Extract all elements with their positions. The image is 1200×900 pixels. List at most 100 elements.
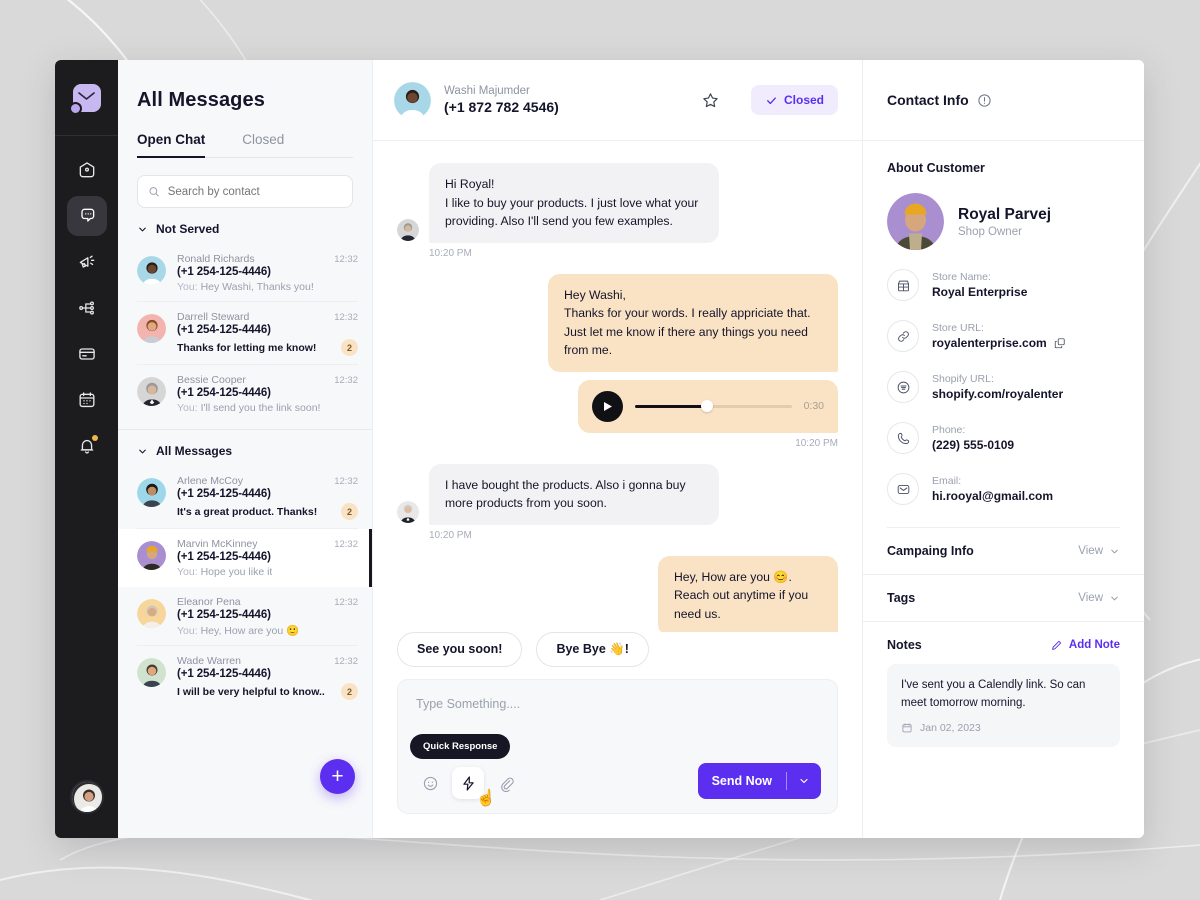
message-bubble: Hey Washi, Thanks for your words. I real… bbox=[548, 273, 838, 372]
contact-info-header: Contact Info bbox=[863, 60, 1144, 141]
message-outgoing: Hey Washi, Thanks for your words. I real… bbox=[397, 273, 838, 372]
play-button[interactable] bbox=[592, 390, 623, 422]
preview-message: You: Hope you like it bbox=[177, 566, 273, 578]
email-icon bbox=[887, 473, 919, 505]
message-composer[interactable]: Type Something.... Quick Response ☝ Send… bbox=[397, 679, 838, 814]
primary-nav-rail bbox=[55, 60, 118, 838]
composer-tools: ☝ bbox=[414, 767, 522, 807]
sidebar-item-billing[interactable] bbox=[67, 334, 107, 374]
chat-contact-name: Washi Majumder bbox=[444, 85, 530, 97]
home-icon bbox=[79, 162, 94, 178]
sidebar-item-chat[interactable] bbox=[66, 196, 107, 236]
audio-message[interactable]: 0:30 bbox=[578, 379, 838, 433]
field-email: Email: hi.rooyal@gmail.com bbox=[887, 473, 1120, 505]
favorite-button[interactable] bbox=[701, 91, 720, 110]
tab-closed[interactable]: Closed bbox=[242, 132, 284, 157]
message-timestamp: 10:20 PM bbox=[429, 529, 472, 541]
copy-icon[interactable] bbox=[1054, 337, 1066, 349]
info-icon[interactable] bbox=[977, 93, 992, 108]
timestamp: 12:32 bbox=[334, 312, 358, 323]
timestamp: 12:32 bbox=[334, 539, 358, 550]
list-item[interactable]: Ronald Richards 12:32 (+1 254-125-4446) … bbox=[118, 244, 372, 302]
list-item[interactable]: Bessie Cooper 12:32 (+1 254-125-4446) Yo… bbox=[118, 365, 372, 423]
search-icon bbox=[149, 187, 159, 197]
chevron-down-icon bbox=[1111, 596, 1118, 600]
avatar bbox=[394, 81, 431, 119]
list-item[interactable]: Arlene McCoy 12:32 (+1 254-125-4446) It'… bbox=[118, 466, 372, 529]
quick-response-button[interactable]: ☝ bbox=[452, 767, 496, 807]
sidebar-item-campaigns[interactable] bbox=[67, 242, 107, 282]
avatar-current-user[interactable] bbox=[69, 780, 104, 814]
composer-placeholder[interactable]: Type Something.... bbox=[416, 697, 819, 711]
preview-message: You: Hey, How are you 🙂 bbox=[177, 625, 300, 637]
field-value: royalenterprise.com bbox=[932, 336, 1066, 350]
contact-phone: (+1 254-125-4446) bbox=[177, 266, 271, 278]
audio-progress-knob[interactable] bbox=[700, 400, 713, 413]
audio-progress-fill bbox=[635, 404, 708, 408]
conversation-tabs: Open Chat Closed bbox=[137, 132, 353, 158]
pencil-icon bbox=[1052, 640, 1062, 650]
message-text: Hey Washi, Thanks for your words. I real… bbox=[564, 287, 811, 358]
customer-name: Royal Parvej bbox=[958, 205, 1052, 223]
avatar-image bbox=[137, 599, 166, 628]
chevron-down-icon bbox=[800, 778, 808, 784]
tab-open-chat[interactable]: Open Chat bbox=[137, 132, 206, 158]
note-text: I've sent you a Calendly link. So can me… bbox=[901, 679, 1086, 709]
new-chat-button[interactable]: + bbox=[320, 759, 355, 794]
note-card[interactable]: I've sent you a Calendly link. So can me… bbox=[887, 664, 1120, 747]
message-text: Hey, How are you 😊. Reach out anytime if… bbox=[674, 569, 809, 622]
app-logo[interactable] bbox=[55, 60, 118, 136]
accordion-action[interactable]: View bbox=[1078, 545, 1120, 557]
accordion-tags[interactable]: Tags View bbox=[863, 575, 1144, 622]
quick-reply-2[interactable]: Bye Bye 👋! bbox=[536, 632, 649, 667]
quick-reply-1[interactable]: See you soon! bbox=[397, 632, 523, 667]
field-value: shopify.com/royalenter bbox=[932, 387, 1064, 401]
sidebar-item-automation[interactable] bbox=[67, 288, 107, 328]
accordion-action[interactable]: View bbox=[1078, 592, 1120, 604]
send-button[interactable]: Send Now bbox=[697, 763, 821, 799]
store-icon bbox=[887, 269, 919, 301]
message-text: I have bought the products. Also i gonna… bbox=[445, 477, 686, 511]
calendar-icon bbox=[902, 723, 912, 732]
list-item[interactable]: Eleanor Pena 12:32 (+1 254-125-4446) You… bbox=[118, 587, 372, 646]
sidebar-item-notifications[interactable] bbox=[67, 426, 107, 466]
message-incoming: Hi Royal! I like to buy your products. I… bbox=[397, 163, 838, 243]
avatar-image bbox=[137, 314, 166, 343]
about-customer-label: About Customer bbox=[887, 161, 985, 175]
add-note-button[interactable]: Add Note bbox=[1050, 639, 1120, 652]
list-item-selected[interactable]: Marvin McKinney 12:32 (+1 254-125-4446) … bbox=[118, 529, 372, 587]
audio-progress-slider[interactable] bbox=[635, 400, 792, 413]
field-label: Email: bbox=[932, 475, 962, 487]
send-options-button[interactable] bbox=[787, 775, 821, 787]
contact-phone: (+1 254-125-4446) bbox=[177, 324, 271, 336]
list-item[interactable]: Wade Warren 12:32 (+1 254-125-4446) I wi… bbox=[118, 646, 372, 709]
contact-phone: (+1 254-125-4446) bbox=[177, 488, 271, 500]
list-item[interactable]: Darrell Steward 12:32 (+1 254-125-4446) … bbox=[118, 302, 372, 365]
avatar-image bbox=[887, 193, 944, 250]
contact-name: Ronald Richards bbox=[177, 253, 255, 265]
chevron-down-icon bbox=[139, 449, 146, 453]
emoji-icon bbox=[423, 776, 437, 790]
avatar bbox=[137, 658, 166, 687]
status-badge[interactable]: Closed bbox=[750, 85, 838, 115]
contact-info-panel: Contact Info About Customer Royal Parvej… bbox=[863, 60, 1144, 838]
accordion-campaign-info[interactable]: Campaing Info View bbox=[863, 528, 1144, 575]
contact-name: Darrell Steward bbox=[177, 311, 250, 323]
search-input[interactable] bbox=[167, 185, 342, 198]
sidebar-item-home[interactable] bbox=[67, 150, 107, 190]
contact-name: Wade Warren bbox=[177, 655, 241, 667]
about-customer-section: About Customer Royal Parvej Shop Owner S… bbox=[863, 141, 1144, 528]
sidebar-item-calendar[interactable] bbox=[67, 380, 107, 420]
group-header-not-served[interactable]: Not Served bbox=[118, 208, 372, 244]
message-timestamp: 10:20 PM bbox=[429, 247, 472, 259]
message-thread: Hi Royal! I like to buy your products. I… bbox=[373, 141, 862, 632]
group-header-all-messages[interactable]: All Messages bbox=[118, 430, 372, 466]
timestamp: 12:32 bbox=[334, 476, 358, 487]
unread-badge: 2 bbox=[341, 339, 358, 356]
chevron-down-icon bbox=[139, 227, 146, 231]
contact-name: Arlene McCoy bbox=[177, 475, 243, 487]
search-contact-box[interactable] bbox=[137, 175, 353, 208]
emoji-button[interactable] bbox=[414, 767, 446, 799]
calendar-icon bbox=[78, 392, 94, 408]
notes-title: Notes bbox=[887, 638, 922, 652]
